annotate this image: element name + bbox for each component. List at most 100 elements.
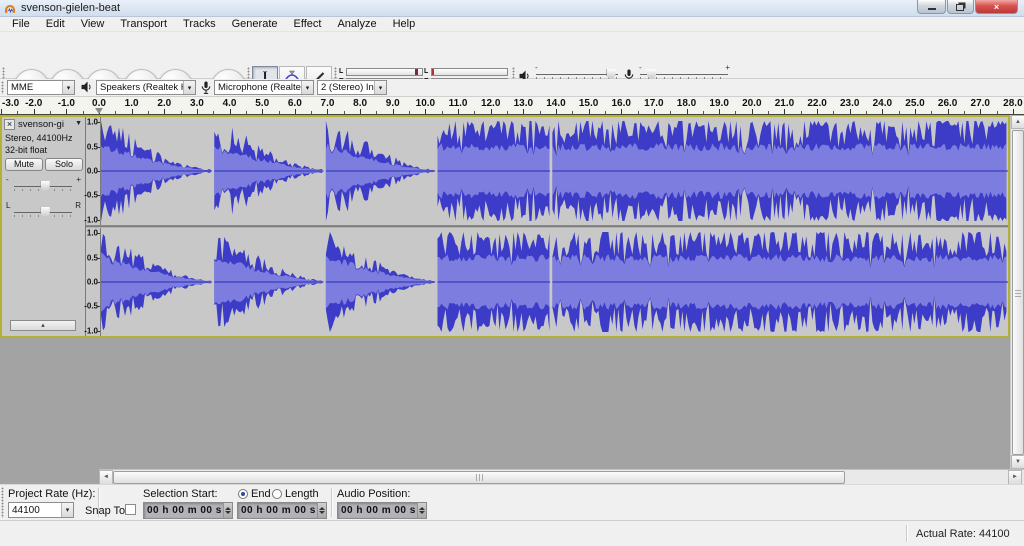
minimize-button[interactable] bbox=[917, 0, 946, 14]
menu-view[interactable]: View bbox=[73, 18, 113, 30]
selection-start-field[interactable]: 00 h 00 m 00 s bbox=[143, 502, 233, 519]
timeline-label: 13.0 bbox=[514, 98, 533, 109]
pan-left-label: L bbox=[6, 201, 10, 210]
track-menu-icon[interactable]: ▼ bbox=[75, 120, 82, 127]
title-bar[interactable]: svenson-gielen-beat × bbox=[0, 0, 1024, 17]
timeline-tick bbox=[491, 109, 492, 114]
solo-button[interactable]: Solo bbox=[45, 158, 83, 171]
spinner-icon[interactable] bbox=[223, 503, 232, 518]
horizontal-scrollbar[interactable]: ◄ ► bbox=[99, 469, 1024, 484]
menu-tracks[interactable]: Tracks bbox=[175, 18, 224, 30]
scroll-right-button[interactable]: ► bbox=[1008, 470, 1022, 485]
timeline-label: 22.0 bbox=[807, 98, 826, 109]
actual-rate-text: Actual Rate: 44100 bbox=[916, 528, 1010, 540]
restore-icon bbox=[956, 4, 964, 11]
timeline-label: 19.0 bbox=[709, 98, 728, 109]
playhead-marker[interactable] bbox=[95, 108, 103, 114]
timeline-label: 7.0 bbox=[321, 98, 335, 109]
snap-to-checkbox[interactable] bbox=[125, 504, 136, 515]
selection-end-field[interactable]: 00 h 00 m 00 s bbox=[237, 502, 327, 519]
menu-edit[interactable]: Edit bbox=[38, 18, 73, 30]
vruler-label: -0.5 bbox=[84, 302, 98, 311]
close-button[interactable]: × bbox=[975, 0, 1018, 14]
waveform-channel-right[interactable] bbox=[101, 228, 1008, 336]
gain-slider[interactable] bbox=[14, 179, 72, 195]
timeline-minor-tick bbox=[311, 111, 312, 114]
plus-label: + bbox=[725, 63, 730, 72]
timeline-tick bbox=[556, 109, 557, 114]
timeline-label: 15.0 bbox=[579, 98, 598, 109]
track-control-panel[interactable]: × svenson-gi ▼ Stereo, 44100Hz 32-bit fl… bbox=[2, 117, 86, 336]
slider-thumb[interactable] bbox=[41, 207, 50, 219]
vertical-scroll-thumb[interactable] bbox=[1012, 130, 1024, 455]
spinner-icon[interactable] bbox=[317, 503, 326, 518]
timeline-label: -3.0 bbox=[2, 98, 19, 109]
menu-file[interactable]: File bbox=[4, 18, 38, 30]
menu-analyze[interactable]: Analyze bbox=[329, 18, 384, 30]
playback-meter-left-bar bbox=[346, 68, 423, 76]
end-radio[interactable] bbox=[238, 489, 248, 499]
timeline-minor-tick bbox=[638, 111, 639, 114]
timeline-minor-tick bbox=[213, 111, 214, 114]
recording-device-dropdown[interactable]: Microphone (Realtek Hig ▾ bbox=[214, 80, 314, 95]
toolbar-grip[interactable] bbox=[1, 81, 4, 94]
vertical-scrollbar[interactable]: ▲ ▼ bbox=[1010, 115, 1024, 469]
timeline-tick bbox=[850, 109, 851, 114]
peak-hold-indicator bbox=[415, 69, 418, 75]
timeline-label: -1.0 bbox=[58, 98, 75, 109]
menu-generate[interactable]: Generate bbox=[224, 18, 286, 30]
track-collapse-button[interactable]: ▴ bbox=[10, 320, 76, 331]
track-title[interactable]: svenson-gi bbox=[18, 119, 69, 130]
chevron-down-icon: ▾ bbox=[374, 81, 386, 94]
timeline-label: 3.0 bbox=[190, 98, 204, 109]
timeline-tick bbox=[523, 109, 524, 114]
timeline-minor-tick bbox=[50, 111, 51, 114]
timeline-tick bbox=[262, 109, 263, 114]
timeline-minor-tick bbox=[540, 111, 541, 114]
playback-device-dropdown[interactable]: Speakers (Realtek High ▾ bbox=[96, 80, 196, 95]
vruler-tick bbox=[97, 195, 100, 196]
empty-track-area[interactable] bbox=[0, 338, 1010, 469]
slider-thumb[interactable] bbox=[41, 181, 50, 193]
track-close-button[interactable]: × bbox=[4, 119, 15, 130]
chevron-down-icon: ▾ bbox=[62, 81, 74, 94]
timeline-label: 12.0 bbox=[481, 98, 500, 109]
menu-help[interactable]: Help bbox=[385, 18, 424, 30]
track-bitdepth-label: 32-bit float bbox=[5, 145, 47, 155]
timeline-tick bbox=[1, 109, 2, 114]
timeline-tick bbox=[295, 109, 296, 114]
waveform-channel-left[interactable] bbox=[101, 117, 1008, 225]
timeline-label: 5.0 bbox=[255, 98, 269, 109]
timeline-minor-tick bbox=[279, 111, 280, 114]
status-bar: Actual Rate: 44100 bbox=[0, 520, 1024, 546]
vruler-tick bbox=[97, 147, 100, 148]
project-rate-dropdown[interactable]: 44100 ▾ bbox=[8, 502, 74, 518]
audio-position-field[interactable]: 00 h 00 m 00 s bbox=[337, 502, 427, 519]
audio-position-label: Audio Position: bbox=[337, 488, 410, 500]
recording-channels-dropdown[interactable]: 2 (Stereo) Inp ▾ bbox=[317, 80, 387, 95]
separator bbox=[906, 525, 908, 542]
timeline-tick bbox=[197, 109, 198, 114]
chevron-down-icon: ▾ bbox=[301, 81, 313, 94]
timeline-minor-tick bbox=[115, 111, 116, 114]
scroll-down-button[interactable]: ▼ bbox=[1011, 455, 1024, 469]
pan-slider[interactable] bbox=[14, 205, 72, 221]
spinner-icon[interactable] bbox=[417, 503, 426, 518]
menu-bar: FileEditViewTransportTracksGenerateEffec… bbox=[0, 17, 1024, 32]
audio-host-dropdown[interactable]: MME ▾ bbox=[7, 80, 75, 95]
menu-transport[interactable]: Transport bbox=[112, 18, 175, 30]
menu-effect[interactable]: Effect bbox=[286, 18, 330, 30]
mute-button[interactable]: Mute bbox=[5, 158, 43, 171]
recording-meter-left-bar bbox=[431, 68, 508, 76]
restore-button[interactable] bbox=[947, 0, 974, 14]
length-radio[interactable] bbox=[272, 489, 282, 499]
timeline-tick bbox=[1013, 109, 1014, 114]
timeline-ruler[interactable]: -3.0-2.0-1.00.01.02.03.04.05.06.07.08.09… bbox=[0, 97, 1024, 115]
timeline-minor-tick bbox=[572, 111, 573, 114]
scroll-up-button[interactable]: ▲ bbox=[1011, 115, 1024, 129]
horizontal-scroll-thumb[interactable] bbox=[113, 471, 845, 484]
scroll-left-button[interactable]: ◄ bbox=[99, 470, 113, 485]
timeline-label: 21.0 bbox=[775, 98, 794, 109]
toolbar-grip[interactable] bbox=[1, 487, 4, 518]
snap-to-label: Snap To bbox=[85, 505, 125, 517]
